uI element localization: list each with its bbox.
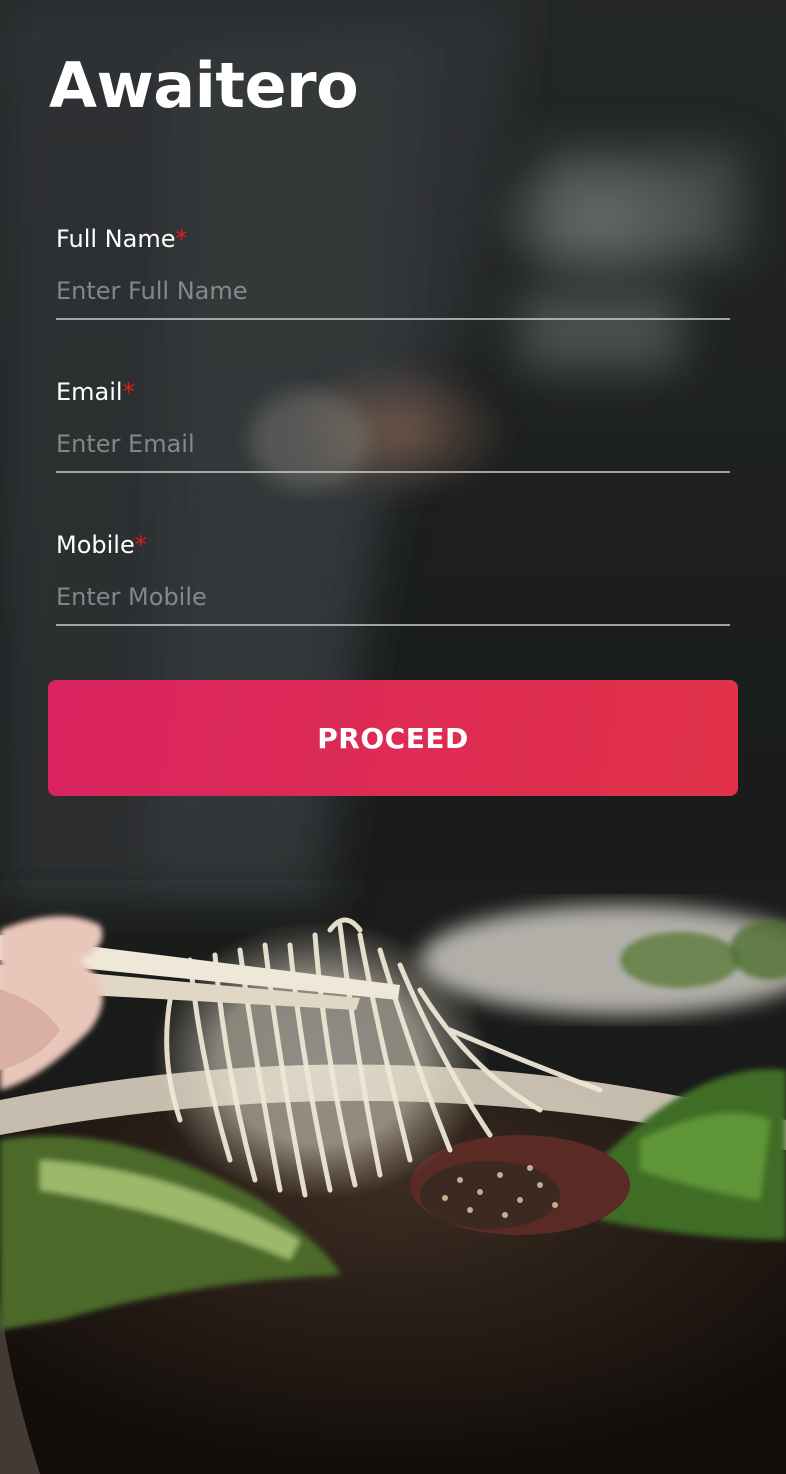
email-label: Email* [56,377,730,407]
full-name-field: Full Name* [56,224,730,320]
mobile-input[interactable] [56,580,730,626]
app-title: Awaitero [49,49,359,122]
email-label-text: Email [56,378,123,406]
signup-screen: Awaitero Full Name* Email* Mobile* PROCE… [0,0,786,1474]
mobile-field: Mobile* [56,530,730,626]
required-asterisk: * [175,225,188,253]
full-name-input[interactable] [56,274,730,320]
mobile-label: Mobile* [56,530,730,560]
proceed-button[interactable]: PROCEED [48,680,738,796]
full-name-label-text: Full Name [56,225,176,253]
signup-form-overlay: Awaitero Full Name* Email* Mobile* PROCE… [0,0,786,1474]
required-asterisk: * [122,378,135,406]
required-asterisk: * [134,531,147,559]
email-field: Email* [56,377,730,473]
full-name-label: Full Name* [56,224,730,254]
mobile-label-text: Mobile [56,531,135,559]
email-input[interactable] [56,427,730,473]
